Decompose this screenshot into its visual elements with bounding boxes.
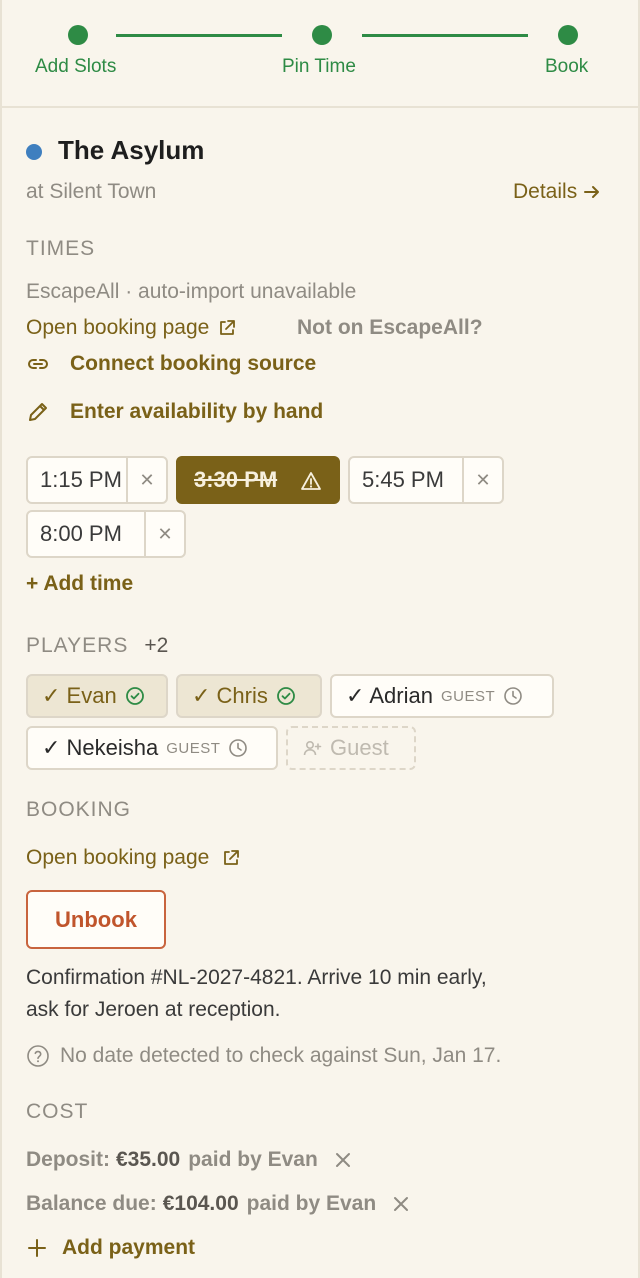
open-booking-label: Open booking page [26,316,210,339]
plus-icon [26,1237,48,1259]
confirmation-note-line2: ask for Jeroen at reception. [26,998,281,1021]
close-icon[interactable] [392,1195,410,1213]
remove-time-button[interactable]: ✕ [144,512,184,556]
date-note-text: No date detected to check against Sun, J… [60,1044,502,1067]
not-on-escapeall-link[interactable]: Not on EscapeAll? [297,316,483,340]
external-link-icon [217,318,237,338]
link-icon [26,352,50,376]
player-name: ✓ Chris [192,683,268,708]
guest-tag: GUEST [440,687,496,705]
check-circle-icon [125,686,145,706]
players-extra-count: +2 [144,634,169,657]
add-user-icon [302,738,322,758]
payment-label: Deposit: [26,1148,110,1171]
help-circle-icon [26,1044,50,1068]
player-name: ✓ Evan [42,683,117,708]
time-slot-label: 3:30 PM [194,467,278,492]
unbook-button[interactable]: Unbook [26,890,166,949]
step-label-add-slots[interactable]: Add Slots [35,56,116,78]
time-slot-chip[interactable]: 1:15 PM ✕ [26,456,168,504]
times-section-title: TIMES [26,237,96,260]
payment-label: Balance due: [26,1192,157,1215]
venue-label: at Silent Town [26,180,157,203]
player-chip-nekeisha[interactable]: ✓ Nekeisha GUEST [26,726,278,770]
booking-open-link[interactable]: Open booking page [26,846,241,870]
open-booking-label: Open booking page [26,846,210,869]
add-payment-label: Add payment [62,1236,196,1259]
guest-tag: GUEST [166,739,221,757]
time-slot-label: 8:00 PM [40,521,122,546]
cost-section-title: COST [26,1100,89,1123]
room-title: The Asylum [58,135,205,165]
room-status-dot [26,144,42,160]
connect-booking-source-button[interactable]: Connect booking source [26,352,316,376]
arrow-right-icon [583,183,601,201]
add-payment-button[interactable]: Add payment [26,1236,195,1260]
step-dot-pin-time[interactable] [312,25,332,45]
step-label-book[interactable]: Book [545,56,588,78]
enter-availability-button[interactable]: Enter availability by hand [26,400,323,424]
time-slot-chip[interactable]: 8:00 PM ✕ [26,510,186,558]
time-slot-label: 1:15 PM [40,467,122,492]
player-chip-chris[interactable]: ✓ Chris [176,674,322,718]
payment-payer: paid by Evan [246,1192,377,1215]
payment-amount: €104.00 [162,1192,239,1215]
payment-payer: paid by Evan [188,1148,318,1171]
remove-time-button[interactable]: ✕ [462,458,502,502]
details-label: Details [513,180,578,203]
time-slot-chip-conflict[interactable]: 3:30 PM [176,456,340,504]
check-circle-icon [276,686,296,706]
source-note: EscapeAll · auto-import unavailable [26,280,357,303]
confirmation-note-line1: Confirmation #NL-2027-4821. Arrive 10 mi… [26,966,487,989]
payment-row-balance: Balance due: €104.00 paid by Evan [26,1192,410,1216]
clock-icon [228,738,248,758]
progress-stepper: Add Slots Pin Time Book [0,0,640,108]
booking-section-title: BOOKING [26,798,132,821]
player-chip-adrian[interactable]: ✓ Adrian GUEST [330,674,554,718]
open-booking-page-link[interactable]: Open booking page [26,316,237,340]
payment-amount: €35.00 [116,1148,181,1171]
close-icon[interactable] [334,1151,352,1169]
step-dot-add-slots[interactable] [68,25,88,45]
player-name: ✓ Nekeisha [42,735,159,760]
remove-time-button[interactable]: ✕ [126,458,166,502]
add-guest-button[interactable]: Guest [286,726,416,770]
clock-icon [503,686,523,706]
step-connector [362,34,528,37]
step-connector [116,34,282,37]
external-link-icon [221,848,241,868]
enter-label: Enter availability by hand [70,400,324,423]
player-chip-evan[interactable]: ✓ Evan [26,674,168,718]
step-dot-book[interactable] [558,25,578,45]
pencil-icon [26,400,50,424]
connect-label: Connect booking source [70,352,317,375]
details-link[interactable]: Details [513,180,601,204]
date-check-note: No date detected to check against Sun, J… [26,1044,501,1068]
payment-row-deposit: Deposit: €35.00 paid by Evan [26,1148,352,1172]
step-label-pin-time[interactable]: Pin Time [282,56,356,78]
add-guest-label: Guest [330,735,389,760]
warning-icon [300,470,322,492]
player-name: ✓ Adrian [346,683,433,708]
time-slot-chip[interactable]: 5:45 PM ✕ [348,456,504,504]
add-time-button[interactable]: + Add time [26,572,133,596]
players-section-title: PLAYERS [26,634,129,657]
time-slot-label: 5:45 PM [362,467,444,492]
players-header: PLAYERS +2 [26,634,168,658]
